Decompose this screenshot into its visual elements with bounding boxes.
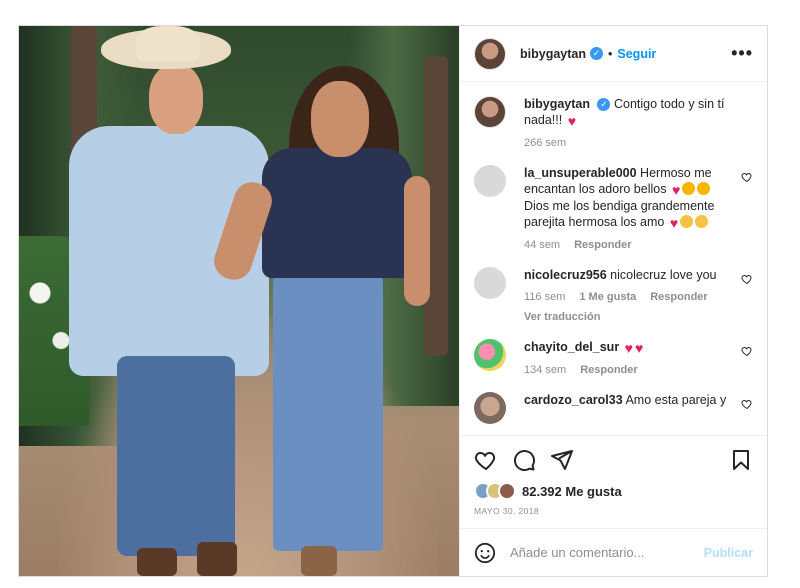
- reply-button[interactable]: Responder: [650, 289, 707, 305]
- man-head: [149, 64, 203, 134]
- commenter-avatar[interactable]: [474, 339, 506, 371]
- reply-button[interactable]: Responder: [574, 237, 631, 253]
- bookmark-icon[interactable]: [729, 448, 753, 472]
- red-heart-emoji-icon: ♥: [634, 340, 644, 356]
- author-avatar[interactable]: [474, 96, 506, 128]
- comment-likes[interactable]: 1 Me gusta: [579, 289, 636, 305]
- verified-badge-icon: ✓: [590, 47, 603, 60]
- like-comment-heart-icon[interactable]: [741, 171, 753, 183]
- post-actions: 82.392 Me gusta MAYO 30, 2018: [460, 435, 767, 516]
- comment-time[interactable]: 116 sem: [524, 289, 565, 305]
- man-jeans: [117, 356, 235, 556]
- see-translation-button[interactable]: Ver traducción: [524, 309, 731, 325]
- liker-avatars: [474, 482, 516, 500]
- red-heart-emoji-icon: ♥: [624, 340, 633, 356]
- post-photo[interactable]: [19, 26, 459, 576]
- smiley-icon[interactable]: [474, 542, 496, 564]
- comments-list[interactable]: bibygaytan ✓ Contigo todo y sin tí nada!…: [460, 82, 767, 435]
- likes-row[interactable]: 82.392 Me gusta: [474, 482, 753, 500]
- comment-text: Amo esta pareja y: [625, 393, 727, 407]
- red-heart-emoji-icon: ♥: [671, 182, 681, 198]
- star-struck-emoji-icon: [682, 182, 696, 195]
- caption-username[interactable]: bibygaytan: [524, 97, 590, 111]
- comment-username[interactable]: nicolecruz956: [524, 268, 607, 282]
- commenter-avatar[interactable]: [474, 165, 506, 197]
- comment-username[interactable]: chayito_del_sur: [524, 340, 619, 354]
- comment-text: nicolecruz love you: [610, 268, 717, 282]
- commenter-avatar[interactable]: [474, 392, 506, 424]
- post-sidebar: bibygaytan ✓ • Seguir ••• bibygaytan ✓ C…: [459, 26, 767, 576]
- caption: bibygaytan ✓ Contigo todo y sin tí nada!…: [474, 96, 753, 151]
- cowboy-hat-crown: [136, 26, 200, 62]
- post-header: bibygaytan ✓ • Seguir •••: [460, 26, 767, 82]
- woman-boot: [301, 546, 337, 576]
- comment-item: chayito_del_sur ♥ ♥ 134 sem Responder: [474, 339, 753, 378]
- man-boot: [137, 548, 177, 576]
- comment-item: cardozo_carol33 Amo esta pareja y: [474, 392, 753, 424]
- more-options-icon[interactable]: •••: [731, 43, 753, 64]
- comment-time[interactable]: 134 sem: [524, 362, 566, 378]
- like-comment-heart-icon[interactable]: [741, 273, 753, 285]
- separator-dot: •: [608, 46, 613, 61]
- praise-hands-emoji-icon: [680, 215, 694, 228]
- red-heart-emoji-icon: ♥: [669, 215, 679, 231]
- star-struck-emoji-icon: [697, 182, 711, 195]
- heart-icon[interactable]: [474, 448, 498, 472]
- post-modal: bibygaytan ✓ • Seguir ••• bibygaytan ✓ C…: [18, 25, 768, 577]
- reply-button[interactable]: Responder: [580, 362, 637, 378]
- comment-item: la_unsuperable000 Hermoso me encantan lo…: [474, 165, 753, 253]
- like-comment-heart-icon[interactable]: [741, 398, 753, 410]
- author-avatar[interactable]: [474, 37, 506, 70]
- commenter-avatar[interactable]: [474, 267, 506, 299]
- woman-jeans: [273, 271, 383, 551]
- verified-badge-icon: ✓: [597, 98, 611, 112]
- red-heart-emoji-icon: ♥: [567, 113, 577, 129]
- publish-button[interactable]: Publicar: [704, 546, 753, 560]
- comment-time[interactable]: 44 sem: [524, 237, 560, 253]
- comment-username[interactable]: cardozo_carol33: [524, 393, 623, 407]
- author-username[interactable]: bibygaytan: [520, 47, 586, 61]
- praise-hands-emoji-icon: [695, 215, 709, 228]
- man-boot: [197, 542, 237, 576]
- like-comment-heart-icon[interactable]: [741, 345, 753, 357]
- caption-time[interactable]: 266 sem: [524, 135, 566, 151]
- comment-username[interactable]: la_unsuperable000: [524, 166, 637, 180]
- likes-count[interactable]: 82.392 Me gusta: [522, 484, 622, 499]
- comment-input[interactable]: [510, 545, 704, 560]
- woman-top: [262, 148, 412, 278]
- woman-arm: [404, 176, 430, 306]
- add-comment-bar: Publicar: [460, 528, 767, 576]
- woman-face: [311, 81, 369, 157]
- post-date: MAYO 30, 2018: [474, 506, 540, 516]
- liker-avatar: [498, 482, 516, 500]
- comment-icon[interactable]: [512, 448, 536, 472]
- follow-button[interactable]: Seguir: [617, 47, 656, 61]
- comment-item: nicolecruz956 nicolecruz love you 116 se…: [474, 267, 753, 325]
- share-icon[interactable]: [550, 448, 574, 472]
